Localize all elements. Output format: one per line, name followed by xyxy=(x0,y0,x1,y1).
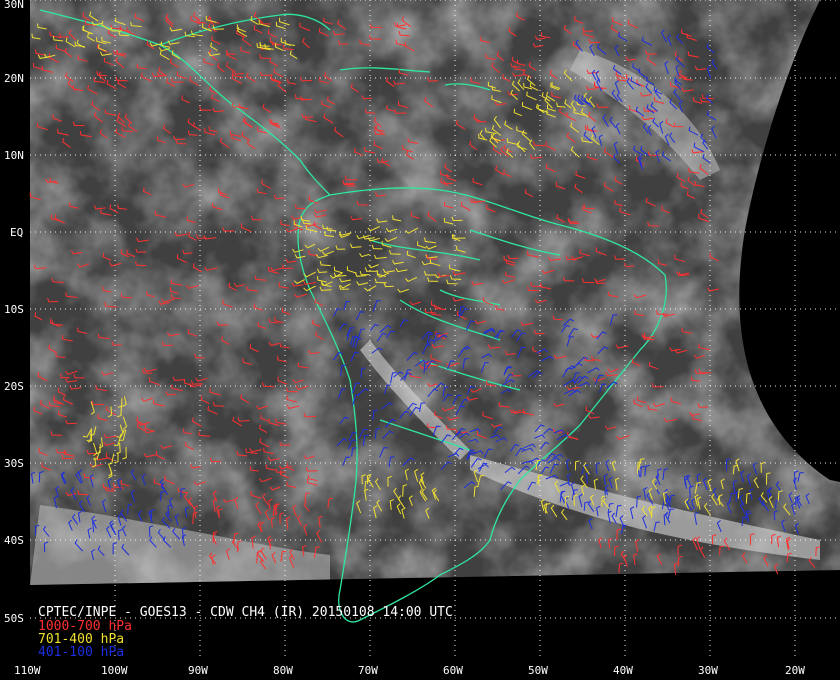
lon-label: 60W xyxy=(443,664,463,677)
ir-image-disk xyxy=(30,0,840,585)
satellite-wind-map: 30N 20N 10N EQ 10S 20S 30S 40S 50S 110W … xyxy=(0,0,840,680)
lat-label: 10S xyxy=(4,303,24,316)
lat-label: 20S xyxy=(4,380,24,393)
lon-label: 30W xyxy=(698,664,718,677)
lon-label: 20W xyxy=(785,664,805,677)
lon-label: 80W xyxy=(273,664,293,677)
lon-label: 100W xyxy=(101,664,128,677)
lat-label: EQ xyxy=(10,226,23,239)
lat-label: 50S xyxy=(4,612,24,625)
lon-label: 90W xyxy=(188,664,208,677)
title-legend: CPTEC/INPE - GOES13 - CDW CH4 (IR) 20150… xyxy=(38,605,453,660)
lat-label: 10N xyxy=(4,149,24,162)
image-title: CPTEC/INPE - GOES13 - CDW CH4 (IR) 20150… xyxy=(38,605,453,620)
lat-label: 20N xyxy=(4,72,24,85)
lon-label: 40W xyxy=(613,664,633,677)
lat-label: 40S xyxy=(4,534,24,547)
lat-label: 30S xyxy=(4,457,24,470)
lon-label: 110W xyxy=(14,664,41,677)
lat-label: 30N xyxy=(4,0,24,11)
longitude-labels: 110W 100W 90W 80W 70W 60W 50W 40W 30W 20… xyxy=(14,664,805,677)
lon-label: 70W xyxy=(358,664,378,677)
latitude-labels: 30N 20N 10N EQ 10S 20S 30S 40S 50S xyxy=(4,0,24,625)
lon-label: 50W xyxy=(528,664,548,677)
legend-high-level: 401-100 hPa xyxy=(38,645,124,660)
